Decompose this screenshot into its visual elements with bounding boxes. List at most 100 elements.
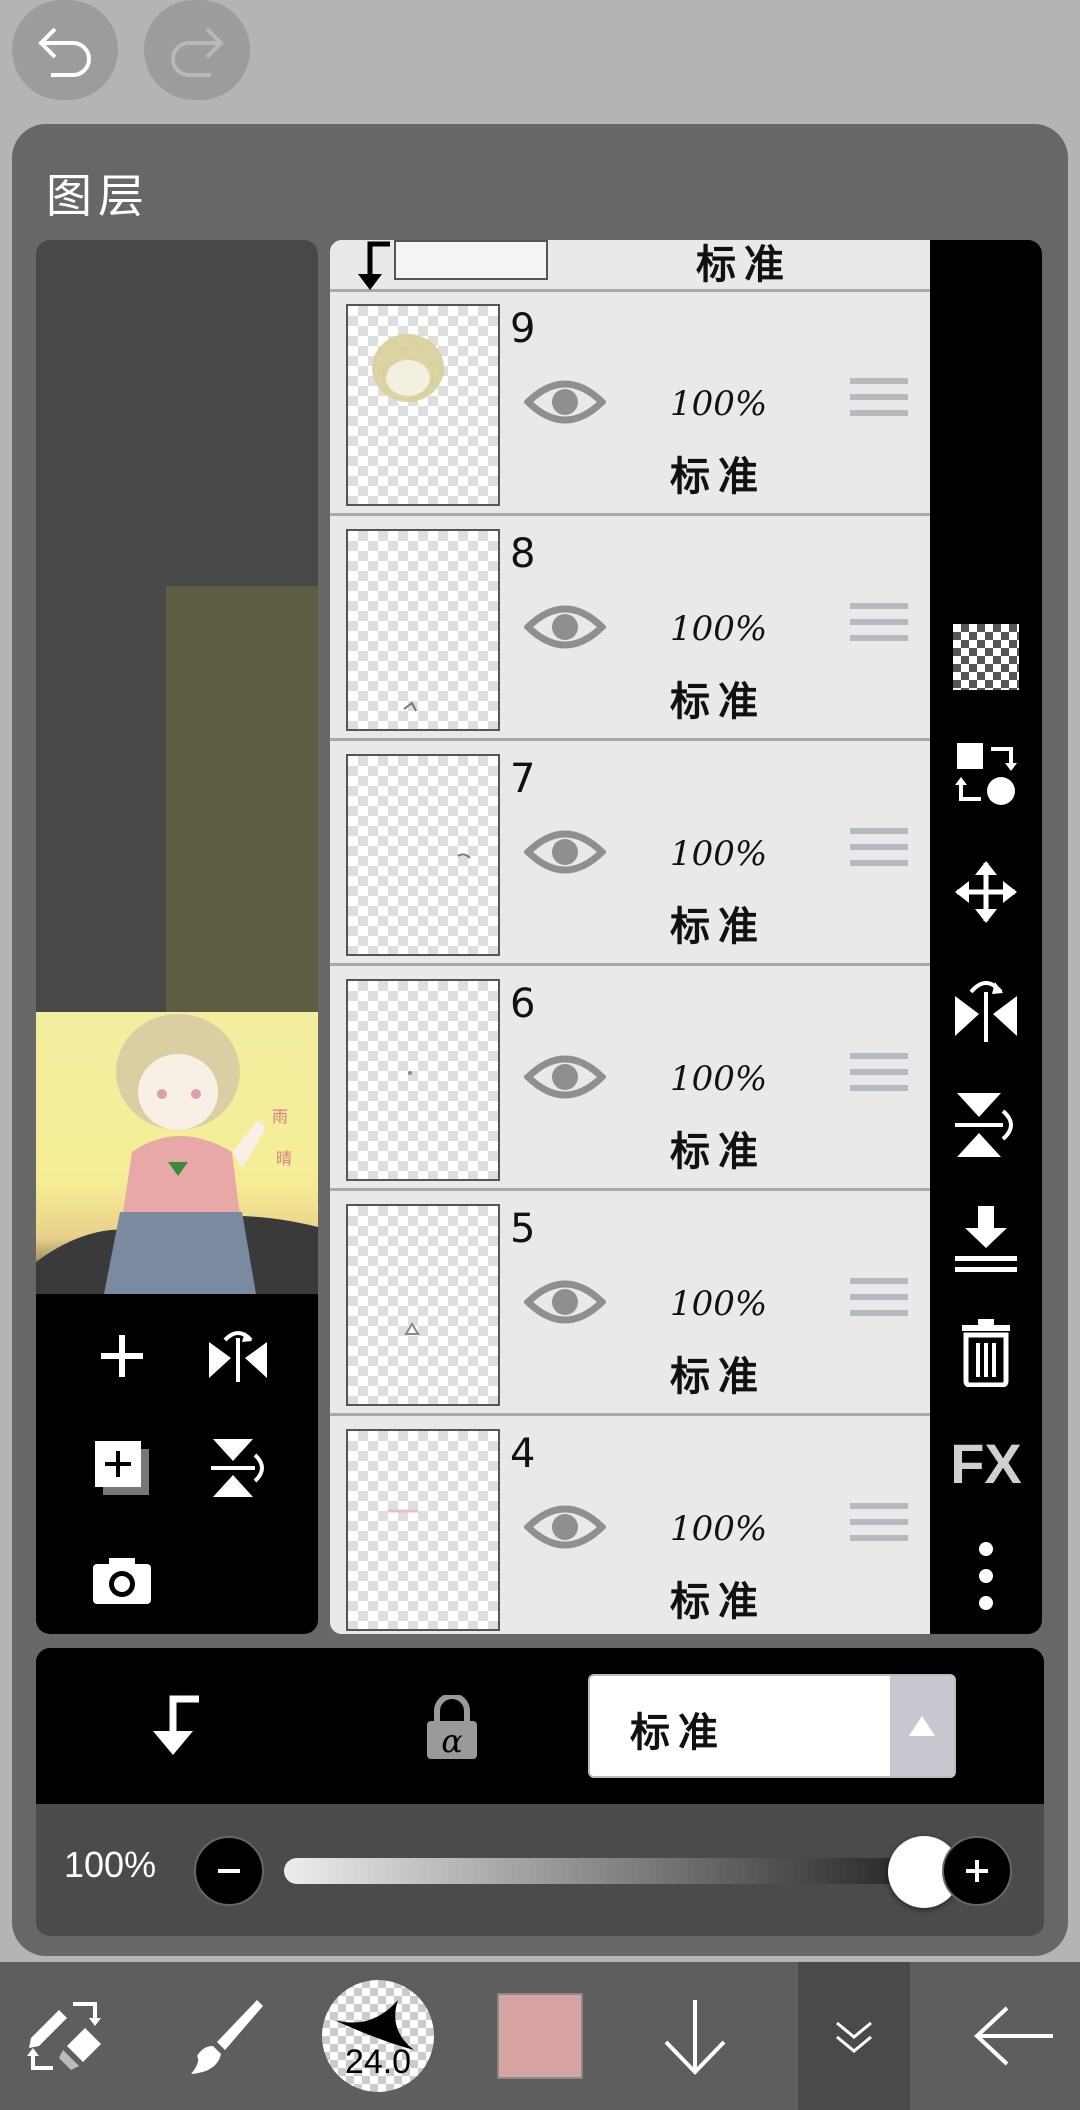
panel-title: 图层 [46,169,150,223]
layer-opacity: 100% [670,834,768,874]
visibility-eye-icon[interactable] [524,824,606,880]
undo-icon [38,27,91,77]
swap-icon [955,743,1017,805]
visibility-eye-icon[interactable] [524,599,606,655]
move-layer-button[interactable] [930,852,1042,932]
layer-blend-mode: 标准 [670,1578,766,1625]
tool-switch-button[interactable] [10,1962,120,2110]
partial-layer-thumbnail [394,240,548,280]
flip-layer-vertical-button[interactable] [930,1082,1042,1168]
brush-size-indicator: 24.0 [322,1980,434,2092]
visibility-eye-icon[interactable] [524,1049,606,1105]
visibility-eye-icon[interactable] [524,1499,606,1555]
opacity-decrease-button[interactable] [194,1836,264,1906]
brush-tool-button[interactable] [170,1962,280,2110]
delete-layer-button[interactable] [930,1312,1042,1392]
layer-thumbnail [346,754,500,956]
visibility-eye-icon[interactable] [524,1274,606,1330]
layer-number: 6 [510,981,536,1027]
layer-blend-mode: 标准 [670,678,766,725]
layer-number: 4 [510,1431,536,1477]
flip-vertical-button[interactable] [198,1432,278,1504]
layer-number: 5 [510,1206,536,1252]
layer-blend-mode: 标准 [670,1353,766,1400]
color-button[interactable] [490,1962,590,2110]
flip-vertical-icon [955,1093,1013,1157]
camera-icon [93,1558,151,1604]
duplicate-layer-icon [95,1441,149,1495]
undo-button[interactable] [12,0,118,100]
trash-icon [962,1319,1010,1387]
drag-handle-icon[interactable] [850,603,908,651]
merge-down-icon [955,1206,1017,1272]
redo-button[interactable] [144,0,250,100]
flip-layer-horizontal-button[interactable] [930,966,1042,1052]
drag-handle-icon[interactable] [850,378,908,426]
more-options-button[interactable] [930,1536,1042,1616]
more-vertical-icon [979,1542,993,1610]
layer-opacity: 100% [670,609,768,649]
merge-down-button[interactable] [930,1198,1042,1278]
opacity-control: 100% [36,1804,1044,1936]
layer-thumbnail [346,979,500,1181]
layer-actions-toolbar: FX [930,240,1042,1634]
opacity-slider-track[interactable] [284,1858,924,1884]
arrow-left-icon [974,2006,1053,2066]
artwork-thumbnail: 雨 晴 [36,1012,318,1294]
layer-thumbnail [346,304,500,506]
layer-row-8[interactable]: 8 100% 标准 [330,519,930,741]
layer-number: 8 [510,531,536,577]
transparency-button[interactable] [930,622,1042,692]
fx-button[interactable]: FX [930,1426,1042,1500]
fx-label: FX [950,1431,1022,1495]
collapse-panel-button[interactable] [798,1962,910,2110]
partial-layer-row[interactable]: 标准 [330,240,930,292]
drag-handle-icon[interactable] [850,1503,908,1551]
layer-row-5[interactable]: 5 100% 标准 [330,1194,930,1416]
layer-list: 标准 9 100% 标准 8 100% 标准 7 100% 标准 6 100% … [330,240,930,1634]
add-layer-button[interactable] [86,1320,158,1392]
layer-row-9[interactable]: 9 100% 标准 [330,294,930,516]
brush-size-button[interactable]: 24.0 [320,1962,436,2110]
brush-size-value: 24.0 [344,2043,412,2081]
plus-icon [101,1335,143,1377]
layer-opacity: 100% [670,1284,768,1324]
minus-icon [218,1869,240,1873]
svg-text:晴: 晴 [276,1149,292,1168]
drag-handle-icon[interactable] [850,1053,908,1101]
camera-button[interactable] [86,1544,158,1616]
flip-horizontal-button[interactable] [198,1320,278,1392]
flip-vertical-icon [211,1439,264,1497]
svg-text:雨: 雨 [272,1107,288,1126]
layer-down-button[interactable] [640,1962,750,2110]
layer-thumbnail [346,1429,500,1631]
layer-opacity: 100% [670,1509,768,1549]
clipping-arrow-icon [153,1695,199,1755]
partial-layer-mode: 标准 [696,241,792,288]
arrow-down-icon [664,2000,726,2075]
layer-row-6[interactable]: 6 100% 标准 [330,969,930,1191]
layer-options-bar: α 标准 [36,1648,1044,1804]
layer-blend-mode: 标准 [670,903,766,950]
alpha-lock-button[interactable]: α [412,1688,492,1768]
drag-handle-icon[interactable] [850,1278,908,1326]
clipping-button[interactable] [136,1688,212,1764]
layer-row-7[interactable]: 7 100% 标准 [330,744,930,966]
checkerboard-icon [953,624,1019,690]
drag-handle-icon[interactable] [850,828,908,876]
color-swatch [497,1993,583,2079]
back-button[interactable] [960,1962,1070,2110]
brush-icon [191,2000,263,2074]
svg-text:α: α [441,1722,463,1760]
dropdown-arrow-icon[interactable] [890,1676,954,1776]
layer-thumbnail [346,529,500,731]
flip-horizontal-icon [955,981,1017,1042]
opacity-increase-button[interactable] [942,1836,1012,1906]
blend-mode-select[interactable]: 标准 [588,1674,956,1778]
layer-row-4[interactable]: 4 100% 标准 [330,1419,930,1634]
visibility-eye-icon[interactable] [524,374,606,430]
duplicate-layer-button[interactable] [86,1432,158,1504]
tool-switch-icon [27,2002,101,2070]
layer-opacity: 100% [670,1059,768,1099]
swap-layers-button[interactable] [930,734,1042,814]
